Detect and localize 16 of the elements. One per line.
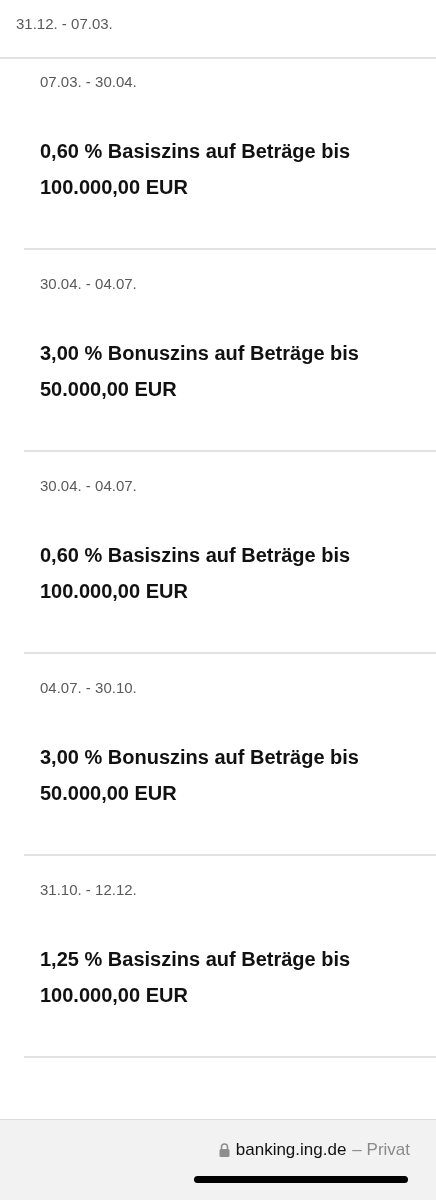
browser-address-bar[interactable]: banking.ing.de – Privat [0,1119,436,1200]
interest-rate-text: 3,00 % Bonuszins auf Beträge bis 50.000,00 EUR [40,745,360,806]
interest-rate-text: 1,25 % Basiszins auf Beträge bis 100.000,00 EUR [40,947,352,1008]
private-mode-label: – Privat [352,1140,410,1160]
home-indicator[interactable] [194,1176,408,1183]
date-range: 04.07. - 30.10. [40,678,137,698]
date-range: 07.03. - 30.04. [40,72,137,92]
interest-rate-text: 3,00 % Bonuszins auf Beträge bis 50.000,00 EUR [40,341,360,402]
interest-rate-text: 0,60 % Basiszins auf Beträge bis 100.000,00 EUR [40,543,352,604]
lock-icon [218,1143,230,1157]
date-range: 30.04. - 04.07. [40,476,137,496]
domain-text: banking.ing.de [235,1140,347,1160]
date-range: 31.10. - 12.12. [40,880,137,900]
date-range: 30.04. - 04.07. [40,274,137,294]
interest-rate-text: 0,60 % Basiszins auf Beträge bis 100.000,00 EUR [40,139,352,200]
date-range: 31.12. - 07.03. [16,14,113,34]
